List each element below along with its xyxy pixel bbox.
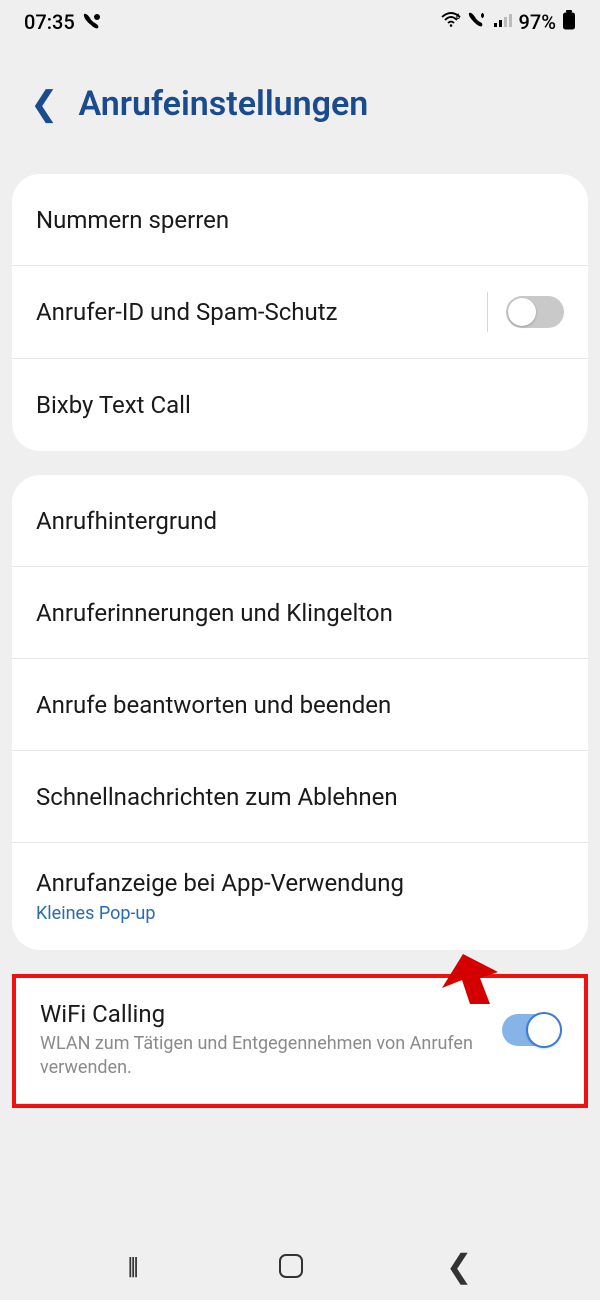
svg-text:6: 6 — [456, 13, 460, 21]
caller-id-toggle[interactable] — [506, 296, 564, 328]
row-caller-id-spam[interactable]: Anrufer-ID und Spam-Schutz — [12, 266, 588, 359]
settings-group-2: Anrufhintergrund Anruferinnerungen und K… — [12, 475, 588, 950]
recents-button[interactable]: ||| — [127, 1252, 136, 1280]
back-icon[interactable]: ❮ — [30, 87, 59, 121]
row-call-background[interactable]: Anrufhintergrund — [12, 475, 588, 567]
settings-group-1: Nummern sperren Anrufer-ID und Spam-Schu… — [12, 174, 588, 451]
row-answer-end-calls[interactable]: Anrufe beantworten und beenden — [12, 659, 588, 751]
row-title: Anrufhintergrund — [36, 507, 564, 535]
row-description: WLAN zum Tätigen und Entgegennehmen von … — [40, 1032, 502, 1081]
row-title: Anrufer-ID und Spam-Schutz — [36, 298, 477, 326]
wifi-icon: 6 — [441, 12, 461, 32]
row-title: WiFi Calling — [40, 1000, 502, 1028]
row-quick-decline-messages[interactable]: Schnellnachrichten zum Ablehnen — [12, 751, 588, 843]
row-subtitle: Kleines Pop-up — [36, 903, 564, 924]
row-block-numbers[interactable]: Nummern sperren — [12, 174, 588, 266]
row-title: Bixby Text Call — [36, 391, 564, 419]
home-button[interactable] — [279, 1254, 303, 1278]
separator — [487, 292, 488, 332]
status-bar: 07:35 6 97% — [0, 0, 600, 44]
row-title: Schnellnachrichten zum Ablehnen — [36, 783, 564, 811]
navigation-bar: ||| ❮ — [0, 1232, 600, 1300]
row-title: Anrufe beantworten und beenden — [36, 691, 564, 719]
row-bixby-text-call[interactable]: Bixby Text Call — [12, 359, 588, 451]
status-time: 07:35 — [24, 10, 75, 34]
row-call-display-while-apps[interactable]: Anrufanzeige bei App-Verwendung Kleines … — [12, 843, 588, 950]
wifi-calling-toggle[interactable] — [502, 1014, 560, 1046]
row-title: Nummern sperren — [36, 206, 564, 234]
wifi-calling-status-icon — [81, 10, 101, 34]
back-button[interactable]: ❮ — [446, 1247, 473, 1285]
row-wifi-calling[interactable]: WiFi Calling WLAN zum Tätigen und Entgeg… — [16, 978, 584, 1104]
battery-icon — [562, 10, 576, 34]
page-header: ❮ Anrufeinstellungen — [0, 44, 600, 174]
page-title: Anrufeinstellungen — [79, 84, 369, 124]
signal-icon — [493, 12, 513, 32]
row-title: Anruferinnerungen und Klingelton — [36, 599, 564, 627]
row-call-reminders-ringtone[interactable]: Anruferinnerungen und Klingelton — [12, 567, 588, 659]
battery-text: 97% — [519, 10, 556, 34]
vowifi-icon — [467, 12, 487, 32]
highlighted-wifi-calling: WiFi Calling WLAN zum Tätigen und Entgeg… — [12, 974, 588, 1108]
row-title: Anrufanzeige bei App-Verwendung — [36, 869, 564, 897]
